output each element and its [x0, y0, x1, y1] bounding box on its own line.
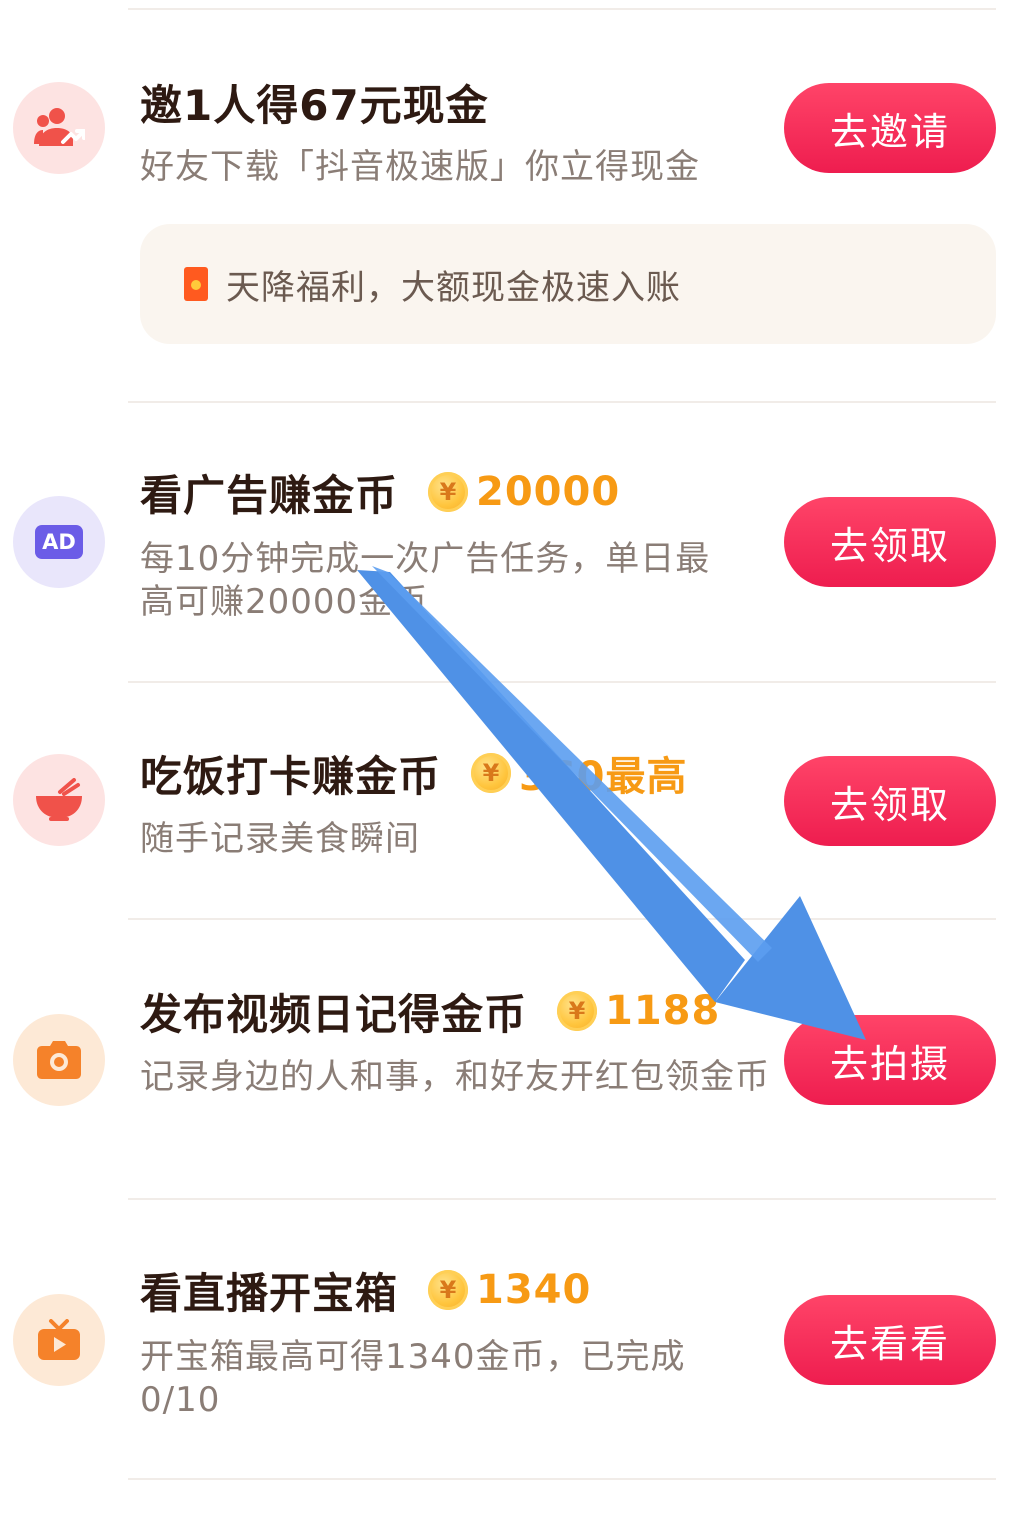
task-title: 看直播开宝箱 — [140, 1268, 399, 1318]
task-title: 邀1人得67元现金 — [140, 80, 489, 130]
task-description: 记录身边的人和事，和好友开红包领金币 — [140, 1057, 770, 1097]
task-title: 发布视频日记得金币 — [140, 989, 528, 1039]
camera-icon — [13, 1014, 105, 1106]
coin-icon: ¥ — [428, 1270, 469, 1310]
task-description: 每10分钟完成一次广告任务，单日最高可赚20000金币 — [140, 539, 711, 622]
ad-icon: AD — [13, 496, 105, 588]
task-description: 好友下载「抖音极速版」你立得现金 — [140, 147, 700, 187]
ad-badge: AD — [35, 525, 83, 559]
reward-amount: 1340 — [476, 1267, 592, 1313]
watch-live-button[interactable]: 去看看 — [784, 1295, 996, 1385]
coin-icon: ¥ — [428, 472, 469, 512]
food-bowl-icon — [13, 754, 105, 846]
task-description: 开宝箱最高可得1340金币，已完成0/10 — [140, 1337, 686, 1420]
task-title: 吃饭打卡赚金币 — [140, 751, 442, 801]
live-tv-icon — [13, 1294, 105, 1386]
divider — [128, 1198, 996, 1200]
invite-button[interactable]: 去邀请 — [784, 83, 996, 173]
reward-amount: 360最高 — [519, 754, 688, 800]
task-title: 看广告赚金币 — [140, 470, 399, 520]
shoot-video-button[interactable]: 去拍摄 — [784, 1015, 996, 1105]
claim-meal-reward-button[interactable]: 去领取 — [784, 756, 996, 846]
banner-text: 天降福利，大额现金极速入账 — [226, 267, 681, 308]
reward-amount: 1188 — [605, 988, 721, 1034]
red-envelope-icon — [184, 267, 208, 301]
divider — [128, 1478, 996, 1480]
claim-ad-reward-button[interactable]: 去领取 — [784, 497, 996, 587]
divider — [128, 8, 996, 10]
invite-friends-icon — [13, 82, 105, 174]
reward-amount: 20000 — [476, 469, 621, 515]
divider — [128, 681, 996, 683]
divider — [128, 918, 996, 920]
task-description: 随手记录美食瞬间 — [140, 819, 420, 859]
coin-icon: ¥ — [557, 991, 598, 1031]
divider — [128, 401, 996, 403]
cash-promo-banner[interactable]: 天降福利，大额现金极速入账 — [140, 224, 996, 344]
coin-icon: ¥ — [471, 753, 512, 793]
